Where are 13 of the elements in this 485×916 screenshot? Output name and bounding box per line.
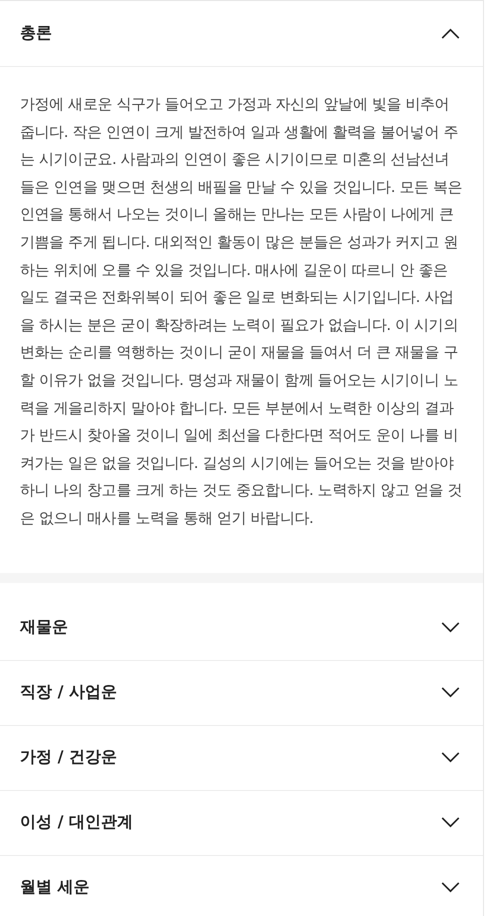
section-title[interactable]: 총론 (20, 23, 52, 44)
section-title[interactable]: 이성 / 대인관계 (20, 812, 133, 833)
chevron-down-icon[interactable] (441, 882, 460, 893)
chevron-down-icon[interactable] (441, 817, 460, 828)
chevron-down-icon[interactable] (441, 752, 460, 763)
section-title[interactable]: 가정 / 건강운 (20, 747, 117, 768)
chevron-down-icon[interactable] (441, 622, 460, 633)
section-title[interactable]: 월별 세운 (20, 877, 90, 898)
section-title[interactable]: 직장 / 사업운 (20, 682, 117, 703)
section-title[interactable]: 재물운 (20, 617, 68, 638)
chevron-down-icon[interactable] (441, 687, 460, 698)
fortune-text: 가정에 새로운 식구가 들어오고 가정과 자신의 앞날에 빛을 비추어 줍니다. 작은 인연이 크게 발전하여 일과 생활에 활력을 불어넣어 주는 시기이군요. 사람과의 인연이 좋은 시기이므로 미혼의 선남선녀 들은 인연을 맺으면 천생의 배필을 만날 수 있을 것입니다. 모든 복은 인연을 통해서 나오는 것이니 올해는 만나는 모든 사람이 나에게 큰 기쁨을 주게 됩니다. 대외적인 활동이 많은 분들은 성과가 커지고 원하는 위치에 오를 수 있을 것입니다. 매사에 길운이 따르니 안 좋은 일도 결국은 전화위복이 되어 좋은 일로 변화되는 시기입니다. 사업을 하시는 분은 굳이 확장하려는 노력이 필요가 없습니다. 이 시기의 변화는 순리를 역행하는 것이니 굳이 재물을 들여서 더 큰 재물을 구할 이유가 없을 것입니다. 명성과 재물이 함께 들어오는 시기이니 노력을 게을리하지 말아야 합니다. 모든 부분에서 노력한 이상의 결과가 반드시 찾아올 것이니 일에 최선을 다한다면 적어도 운이 나를 비켜가는 일은 없을 것입니다. 길성의 시기에는 들어오는 것을 받아야 하니 나의 창고를 크게 하는 것도 중요합니다. 노력하지 않고 얻을 것은 없으니 매사를 노력을 통해 얻기 바랍니다. (20, 94, 463, 529)
chevron-up-icon[interactable] (441, 28, 460, 39)
